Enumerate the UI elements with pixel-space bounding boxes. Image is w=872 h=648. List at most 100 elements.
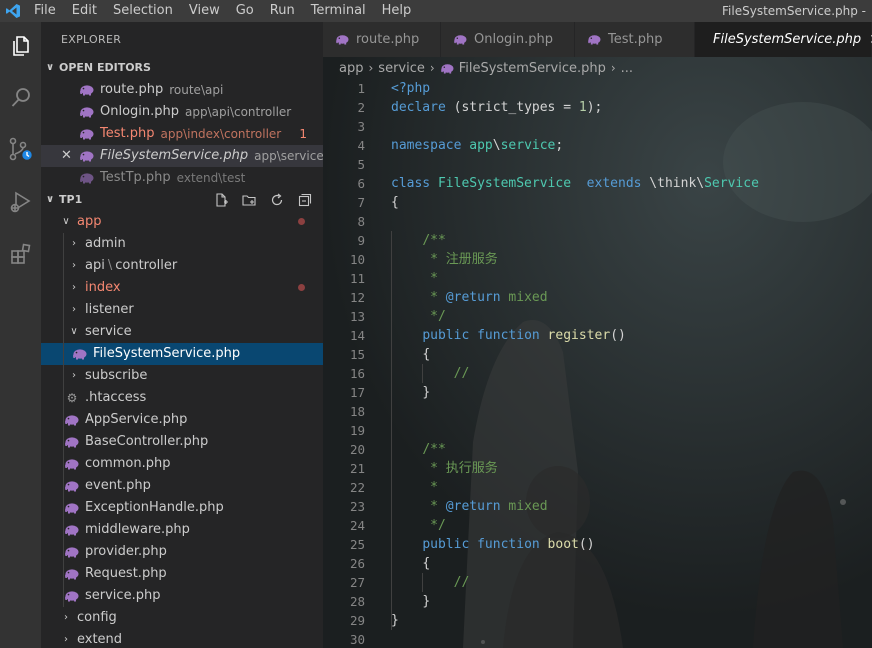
editor-tabs: route.php Onlogin.php Test.php FileSyste… [323, 22, 872, 57]
open-editor-item-active[interactable]: ✕ FileSystemService.php app\service [41, 145, 323, 167]
open-editor-item[interactable]: Onlogin.php app\api\controller [41, 101, 323, 123]
tree-folder-index[interactable]: › index [41, 277, 323, 299]
php-file-icon [79, 106, 95, 118]
code-line: 8 [357, 214, 365, 229]
code-line: 16 // [349, 366, 470, 381]
tree-file[interactable]: middleware.php [41, 519, 323, 541]
chevron-down-icon: ∨ [62, 216, 70, 227]
tree-folder-api[interactable]: › api \ controller [41, 255, 323, 277]
chevron-right-icon: › [72, 282, 76, 293]
menu-view[interactable]: View [181, 0, 228, 22]
php-file-icon [64, 436, 80, 448]
tree-file[interactable]: ExceptionHandle.php [41, 497, 323, 519]
tab-test[interactable]: Test.php [575, 22, 695, 57]
tab-filesystemservice[interactable]: FileSystemService.php ✕ [695, 22, 872, 57]
code-line: 11 * [349, 271, 438, 286]
refresh-icon[interactable] [263, 193, 291, 207]
extensions-icon[interactable] [0, 234, 41, 274]
explorer-files-icon[interactable] [0, 26, 41, 66]
breadcrumb-item[interactable]: app [339, 61, 363, 76]
close-icon[interactable]: ✕ [61, 145, 72, 167]
open-editors-header[interactable]: ∨ OPEN EDITORS [41, 57, 323, 79]
tree-folder-app[interactable]: ∨ app [41, 211, 323, 233]
php-file-icon [64, 568, 80, 580]
new-folder-icon[interactable] [235, 193, 263, 207]
tree-folder-subscribe[interactable]: › subscribe [41, 365, 323, 387]
tree-file[interactable]: service.php [41, 585, 323, 607]
php-file-icon [64, 546, 80, 558]
menu-file[interactable]: File [26, 0, 64, 22]
breadcrumb: app › service › FileSystemService.php › … [323, 57, 872, 79]
tree-folder-extend[interactable]: › extend [41, 629, 323, 648]
code-line: 21 * 执行服务 [349, 461, 498, 476]
chevron-right-icon: › [64, 612, 68, 623]
php-file-icon [440, 63, 455, 74]
tree-folder-listener[interactable]: › listener [41, 299, 323, 321]
explorer-title: EXPLORER [61, 33, 122, 46]
menu-help[interactable]: Help [374, 0, 420, 22]
chevron-right-icon: › [72, 260, 76, 271]
chevron-right-icon: › [610, 61, 616, 75]
code-line: 17 } [349, 385, 431, 400]
chevron-right-icon: › [72, 370, 76, 381]
window-title: FileSystemService.php - [722, 4, 866, 18]
menu-go[interactable]: Go [228, 0, 262, 22]
tab-route[interactable]: route.php [323, 22, 441, 57]
tree-folder-admin[interactable]: › admin [41, 233, 323, 255]
run-debug-icon[interactable] [0, 182, 41, 222]
new-file-icon[interactable] [207, 193, 235, 207]
tree-file[interactable]: Request.php [41, 563, 323, 585]
tree-file[interactable]: event.php [41, 475, 323, 497]
code-line: 2 declare (strict_types = 1); [357, 100, 603, 115]
chevron-right-icon: › [368, 61, 374, 75]
tree-file[interactable]: BaseController.php [41, 431, 323, 453]
php-file-icon [72, 348, 88, 360]
php-file-icon [64, 502, 80, 514]
tree-file-filesystemservice[interactable]: FileSystemService.php [41, 343, 323, 365]
chevron-right-icon: › [429, 61, 435, 75]
tree-file[interactable]: AppService.php [41, 409, 323, 431]
code-line: 9 /** [357, 233, 446, 248]
vscode-logo-icon[interactable] [0, 0, 26, 22]
breadcrumb-item[interactable]: ... [621, 61, 633, 76]
php-file-icon [64, 414, 80, 426]
source-control-icon[interactable] [0, 130, 41, 170]
gear-icon: ⚙ [66, 391, 78, 405]
modified-dot [298, 218, 305, 225]
project-header[interactable]: ∨ TP1 [41, 189, 323, 211]
tree-file[interactable]: provider.php [41, 541, 323, 563]
search-icon[interactable] [0, 78, 41, 118]
chevron-down-icon: ∨ [45, 62, 55, 73]
open-editor-item[interactable]: Test.php app\index\controller 1 [41, 123, 323, 145]
menu-selection[interactable]: Selection [105, 0, 181, 22]
php-file-icon [64, 590, 80, 602]
breadcrumb-item[interactable]: FileSystemService.php [459, 61, 606, 76]
php-file-icon [64, 458, 80, 470]
code-line: 27 // [349, 575, 470, 590]
code-line: 5 [357, 157, 365, 172]
code-line: 13 */ [349, 309, 446, 324]
code-line: 6 class FileSystemService extends \think\… [357, 176, 759, 191]
php-file-icon [79, 172, 95, 184]
tab-onlogin[interactable]: Onlogin.php [441, 22, 575, 57]
code-line: 30 [349, 632, 365, 647]
code-line: 24 */ [349, 518, 446, 533]
breadcrumb-item[interactable]: service [378, 61, 425, 76]
menu-run[interactable]: Run [262, 0, 303, 22]
chevron-down-icon: ∨ [45, 194, 55, 205]
open-editor-item[interactable]: route.php route\api [41, 79, 323, 101]
tree-folder-service[interactable]: ∨ service [41, 321, 323, 343]
code-line: 26 { [349, 556, 431, 571]
code-line: 22 * [349, 480, 438, 495]
collapse-all-icon[interactable] [291, 193, 319, 207]
tree-file[interactable]: common.php [41, 453, 323, 475]
editor-area: route.php Onlogin.php Test.php FileSyste… [323, 22, 872, 648]
menu-edit[interactable]: Edit [64, 0, 105, 22]
code-line: 10 * 注册服务 [349, 252, 498, 267]
tree-file-htaccess[interactable]: ⚙ .htaccess [41, 387, 323, 409]
code-editor[interactable]: 1 <?php 2 declare (strict_types = 1); 3 4n… [323, 79, 872, 648]
tree-folder-config[interactable]: › config [41, 607, 323, 629]
menu-terminal[interactable]: Terminal [303, 0, 374, 22]
code-line: 14 public function register() [349, 328, 626, 343]
open-editor-item[interactable]: TestTp.php extend\test [41, 167, 323, 189]
